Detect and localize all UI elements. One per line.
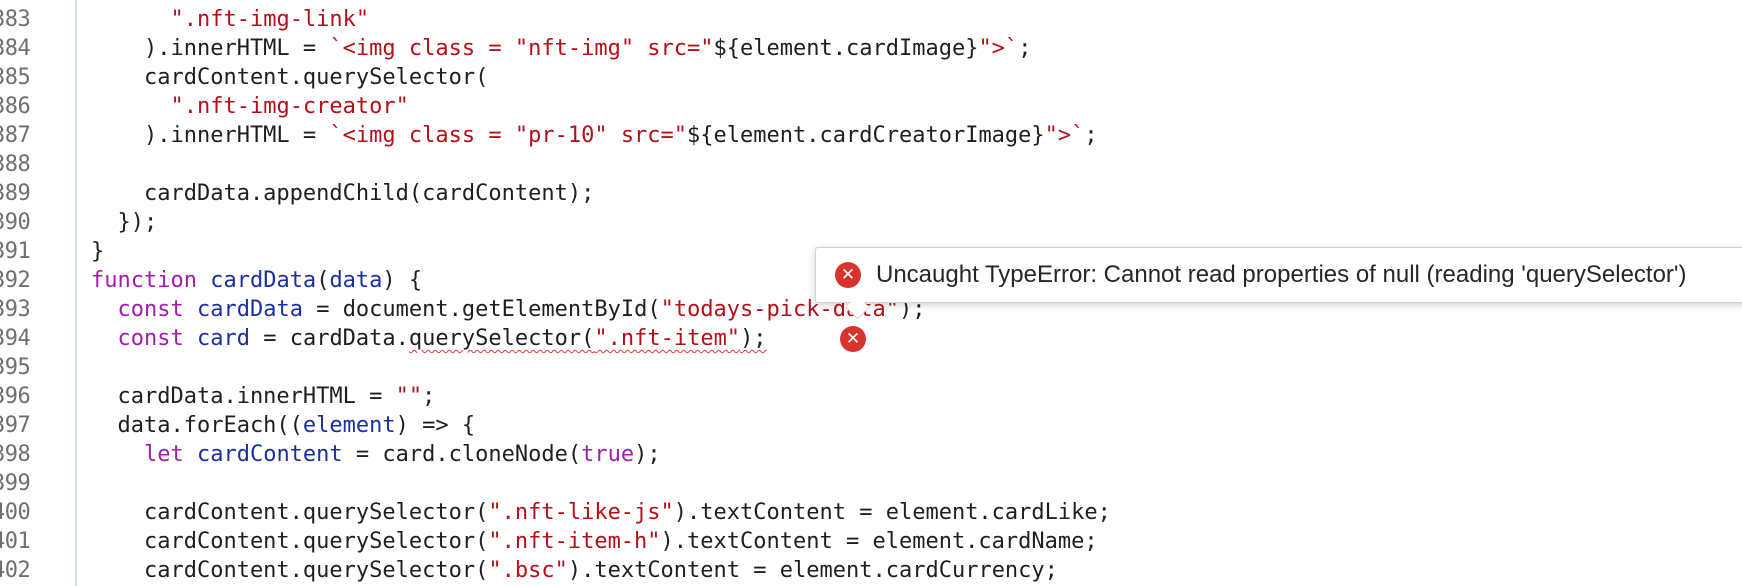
code-token: cardContent.querySelector(: [91, 500, 489, 525]
code-token: cardData.appendChild(cardContent);: [91, 181, 595, 206]
line-number: 388: [0, 152, 31, 177]
code-token: ".nft-img-creator": [170, 94, 409, 119]
code-token: = document.getElementById(: [302, 297, 661, 322]
error-circle-icon: ✕: [835, 262, 861, 288]
code-line[interactable]: ).innerHTML = `<img class = "pr-10" src=…: [91, 121, 1098, 150]
code-token: ${element.cardCreatorImage}: [687, 123, 1045, 148]
code-token: = cardData.: [249, 326, 409, 351]
code-token: ).textContent = element.cardName;: [660, 529, 1098, 554]
code-token: data.forEach((: [91, 413, 303, 438]
code-token: ;: [1084, 123, 1098, 148]
code-token: `<img class = "nft-img" src=": [329, 36, 714, 61]
code-line[interactable]: data.forEach((element) => {: [91, 411, 475, 440]
code-token: let: [143, 442, 197, 467]
code-token: }: [91, 239, 105, 264]
code-token: ;: [422, 384, 436, 409]
line-number: 396: [0, 384, 31, 409]
line-number: 385: [0, 65, 31, 90]
line-number: 395: [0, 355, 31, 380]
code-token: ) {: [382, 268, 423, 293]
line-number: 394: [0, 326, 31, 351]
line-number: 399: [0, 471, 31, 496]
code-token: ${element.cardImage}: [713, 36, 979, 61]
line-number: 384: [0, 36, 31, 61]
line-number: 398: [0, 442, 31, 467]
code-token: element: [302, 413, 396, 438]
line-number: 391: [0, 239, 31, 264]
code-token: ;: [1018, 36, 1032, 61]
code-token: cardContent.querySelector(: [91, 558, 489, 583]
code-line[interactable]: ).innerHTML = `<img class = "nft-img" sr…: [91, 34, 1031, 63]
code-token: ".nft-item-h": [488, 529, 661, 554]
code-line[interactable]: }: [91, 237, 104, 266]
code-token: ">`: [978, 36, 1019, 61]
code-token: "": [395, 384, 423, 409]
code-line[interactable]: ".nft-img-creator": [91, 92, 409, 121]
code-token: ".nft-img-link": [170, 7, 370, 32]
code-token: ).textContent = element.cardCurrency;: [567, 558, 1058, 583]
code-line[interactable]: ".nft-img-link": [91, 5, 369, 34]
code-token: });: [91, 210, 158, 235]
line-number: 393: [0, 297, 31, 322]
line-number: 402: [0, 558, 31, 583]
code-token: ">`: [1044, 123, 1085, 148]
code-line[interactable]: cardData.innerHTML = "";: [91, 382, 435, 411]
code-token: (: [316, 268, 330, 293]
code-token: ) => {: [395, 413, 476, 438]
code-token: `<img class = "pr-10" src=": [329, 123, 688, 148]
code-token: card: [196, 326, 250, 351]
code-token: );: [740, 326, 767, 351]
code-token: ".nft-item": [594, 326, 741, 351]
code-token: );: [634, 442, 661, 467]
error-tooltip: ✕ Uncaught TypeError: Cannot read proper…: [815, 247, 1742, 320]
code-token: ".nft-like-js": [488, 500, 674, 525]
code-token: const: [117, 326, 197, 351]
code-token: cardContent: [196, 442, 343, 467]
code-token: const: [117, 297, 197, 322]
line-number: 387: [0, 123, 31, 148]
code-token: ).textContent = element.cardLike;: [673, 500, 1111, 525]
error-message: Uncaught TypeError: Cannot read properti…: [876, 261, 1687, 288]
code-line[interactable]: const card = cardData.querySelector(".nf…: [91, 324, 767, 353]
code-token: true: [581, 442, 635, 467]
code-line[interactable]: function cardData(data) {: [91, 266, 422, 295]
line-number: 383: [0, 7, 31, 32]
line-number: 400: [0, 500, 31, 525]
line-number: 401: [0, 529, 31, 554]
code-token: cardData.innerHTML =: [91, 384, 396, 409]
code-line[interactable]: cardContent.querySelector(: [91, 63, 488, 92]
code-line[interactable]: let cardContent = card.cloneNode(true);: [91, 440, 661, 469]
line-number: 392: [0, 268, 31, 293]
line-number: 389: [0, 181, 31, 206]
code-token: function: [91, 268, 211, 293]
inline-error-icon[interactable]: ✕: [840, 326, 866, 352]
code-line[interactable]: cardContent.querySelector(".bsc").textCo…: [91, 556, 1058, 585]
code-token: querySelector(: [408, 326, 595, 351]
code-token: cardContent.querySelector(: [91, 65, 489, 90]
code-token: ).innerHTML =: [91, 123, 330, 148]
code-line[interactable]: const cardData = document.getElementById…: [91, 295, 926, 324]
code-token: data: [329, 268, 383, 293]
code-token: cardContent.querySelector(: [91, 529, 489, 554]
code-line[interactable]: cardContent.querySelector(".nft-like-js"…: [91, 498, 1111, 527]
line-number-gutter: 383 384 385 386 387 388 389 390 391 392 393 394 395 3…: [0, 0, 77, 586]
code-token: cardData: [196, 297, 303, 322]
line-number: 386: [0, 94, 31, 119]
line-number: 390: [0, 210, 31, 235]
code-line[interactable]: });: [91, 208, 157, 237]
code-token: ).innerHTML =: [91, 36, 330, 61]
code-line[interactable]: cardData.appendChild(cardContent);: [91, 179, 594, 208]
code-token: = card.cloneNode(: [342, 442, 582, 467]
code-line[interactable]: cardContent.querySelector(".nft-item-h")…: [91, 527, 1098, 556]
code-token: cardData: [210, 268, 317, 293]
line-number: 397: [0, 413, 31, 438]
code-editor[interactable]: 383 384 385 386 387 388 389 390 391 392 393 394 395 3…: [0, 0, 1742, 586]
code-token: ".bsc": [488, 558, 568, 583]
